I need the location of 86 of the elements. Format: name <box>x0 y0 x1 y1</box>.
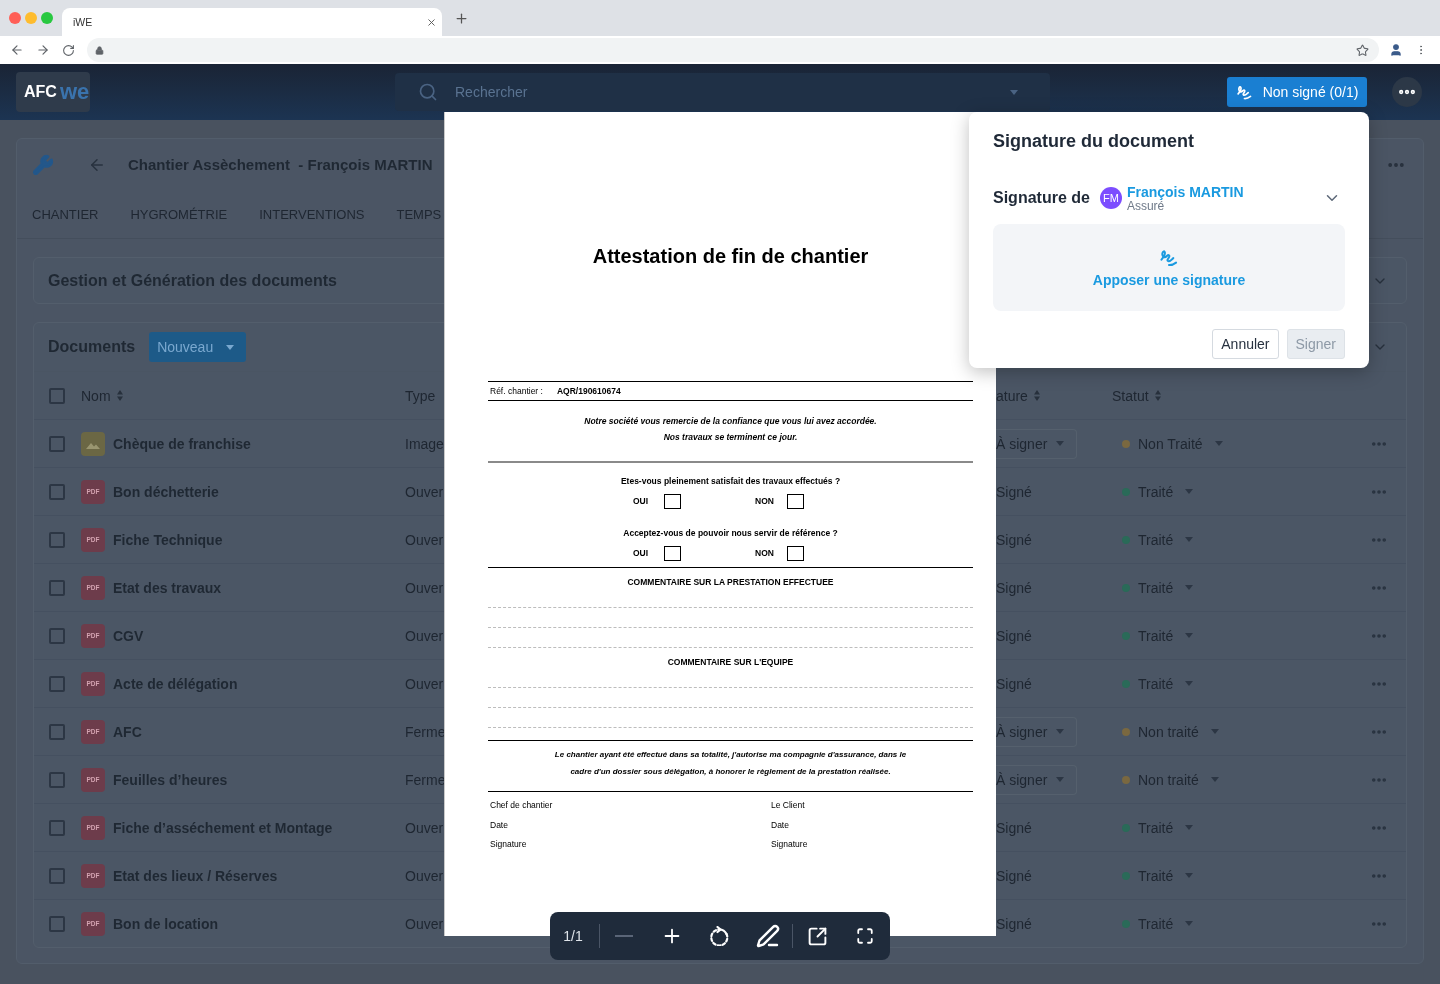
sort-icon[interactable] <box>1154 390 1161 401</box>
row-checkbox[interactable] <box>49 723 65 740</box>
logo-abbreviation: AFC <box>24 83 57 101</box>
caret-down-icon[interactable] <box>1010 90 1018 95</box>
popover-title: Signature du document <box>993 130 1195 152</box>
signature-icon <box>1235 83 1253 101</box>
signature-field-label: Signature <box>771 838 809 851</box>
thank-you-note: Notre société vous remercie de la confiance que vous lui avez accordée. Nos travaux se terminent ce jour. <box>583 415 878 444</box>
caret-down-icon <box>1185 921 1194 926</box>
option-label: NON <box>755 496 774 506</box>
search-icon <box>418 82 438 102</box>
question-text: Etes-vous pleinement satisfait des travaux effectués ? <box>619 475 842 487</box>
select-all-checkbox[interactable] <box>49 387 65 404</box>
row-checkbox[interactable] <box>49 435 65 452</box>
caret-down-icon <box>1210 777 1219 782</box>
close-icon[interactable] <box>426 16 437 28</box>
window-minimize-icon[interactable] <box>25 12 37 24</box>
caret-down-icon <box>1210 729 1219 734</box>
signatory-title: Le Client <box>771 799 806 812</box>
row-checkbox[interactable] <box>49 483 65 500</box>
caret-down-icon <box>1185 537 1194 542</box>
lock-icon <box>95 45 104 55</box>
comment-heading: COMMENTAIRE SUR LA PRESTATION EFFECTUEE <box>626 576 835 588</box>
row-checkbox[interactable] <box>49 867 65 884</box>
account-menu-button[interactable] <box>1392 77 1422 107</box>
caret-down-icon <box>1056 777 1064 782</box>
new-document-button[interactable]: Nouveau <box>149 332 247 362</box>
reference-value: AQR/190610674 <box>556 386 621 396</box>
question-text: Acceptez-vous de pouvoir nous servir de référence ? <box>622 527 839 539</box>
caret-down-icon <box>1185 489 1194 494</box>
new-tab-icon[interactable] <box>454 10 469 26</box>
caret-down-icon <box>1056 441 1064 446</box>
sort-icon[interactable] <box>116 390 123 401</box>
caret-down-icon <box>1185 873 1194 878</box>
option-label: OUI <box>633 496 649 506</box>
option-label: OUI <box>633 548 649 558</box>
signer-name[interactable]: François MARTIN <box>1126 183 1244 200</box>
back-icon[interactable] <box>10 43 24 57</box>
window-zoom-icon[interactable] <box>41 12 53 24</box>
open-external-icon <box>806 925 828 947</box>
logo[interactable]: AFC we <box>16 72 90 112</box>
caret-down-icon <box>1214 441 1223 446</box>
comment-heading: COMMENTAIRE SUR L'EQUIPE <box>666 656 795 668</box>
row-checkbox[interactable] <box>49 579 65 596</box>
caret-down-icon <box>1185 633 1194 638</box>
signatory-title: Chef de chantier <box>490 799 554 812</box>
signature-icon <box>1159 247 1179 268</box>
fullscreen-icon <box>856 927 874 945</box>
reload-icon[interactable] <box>62 43 75 57</box>
row-checkbox[interactable] <box>49 771 65 788</box>
option-label: NON <box>755 548 774 558</box>
signer-label: Signature de <box>993 189 1090 207</box>
row-checkbox[interactable] <box>49 627 65 644</box>
browser-tab[interactable]: iWE <box>62 8 442 36</box>
search-field[interactable]: Rechercher <box>395 73 1050 111</box>
row-checkbox[interactable] <box>49 675 65 692</box>
row-checkbox[interactable] <box>49 915 65 932</box>
logo-wordmark: we <box>59 80 90 104</box>
reference-label: Réf. chantier : <box>490 386 543 396</box>
image-file-icon <box>81 431 105 456</box>
caret-down-icon <box>1185 585 1194 590</box>
row-checkbox[interactable] <box>49 531 65 548</box>
profile-icon[interactable] <box>1389 43 1403 57</box>
cancel-button[interactable]: Annuler <box>1212 329 1279 359</box>
signature-field-label: Date <box>490 818 509 832</box>
caret-down-icon <box>1185 825 1194 830</box>
document-title: Attestation de fin de chantier <box>591 244 870 268</box>
forward-icon[interactable] <box>36 43 50 57</box>
caret-down-icon <box>1185 681 1194 686</box>
pen-icon <box>756 924 780 948</box>
signature-field-label: Signature <box>490 838 528 851</box>
row-checkbox[interactable] <box>49 819 65 836</box>
signer-avatar: FM <box>1099 187 1122 209</box>
caret-down-icon <box>1056 729 1064 734</box>
bookmark-star-icon[interactable] <box>1356 43 1369 57</box>
wrench-icon <box>32 153 54 176</box>
signer-role: Assuré <box>1126 199 1165 213</box>
page-counter: 1/1 <box>562 928 584 944</box>
sign-status-button[interactable]: Non signé (0/1) <box>1227 77 1367 107</box>
authorization-text: Le chantier ayant été effectué dans sa totalité, j'autorise ma compagnie d'assurance, dans le cadre d'un dossier sous délégation, à honorer le règlement de la prestation réalisée. <box>553 749 908 778</box>
sort-icon[interactable] <box>1033 390 1040 401</box>
caret-down-icon <box>226 344 235 350</box>
add-signature-button[interactable]: Apposer une signature <box>993 224 1345 311</box>
signature-field-label: Date <box>771 818 790 832</box>
window-close-icon[interactable] <box>9 12 21 24</box>
rotate-icon <box>710 926 730 946</box>
